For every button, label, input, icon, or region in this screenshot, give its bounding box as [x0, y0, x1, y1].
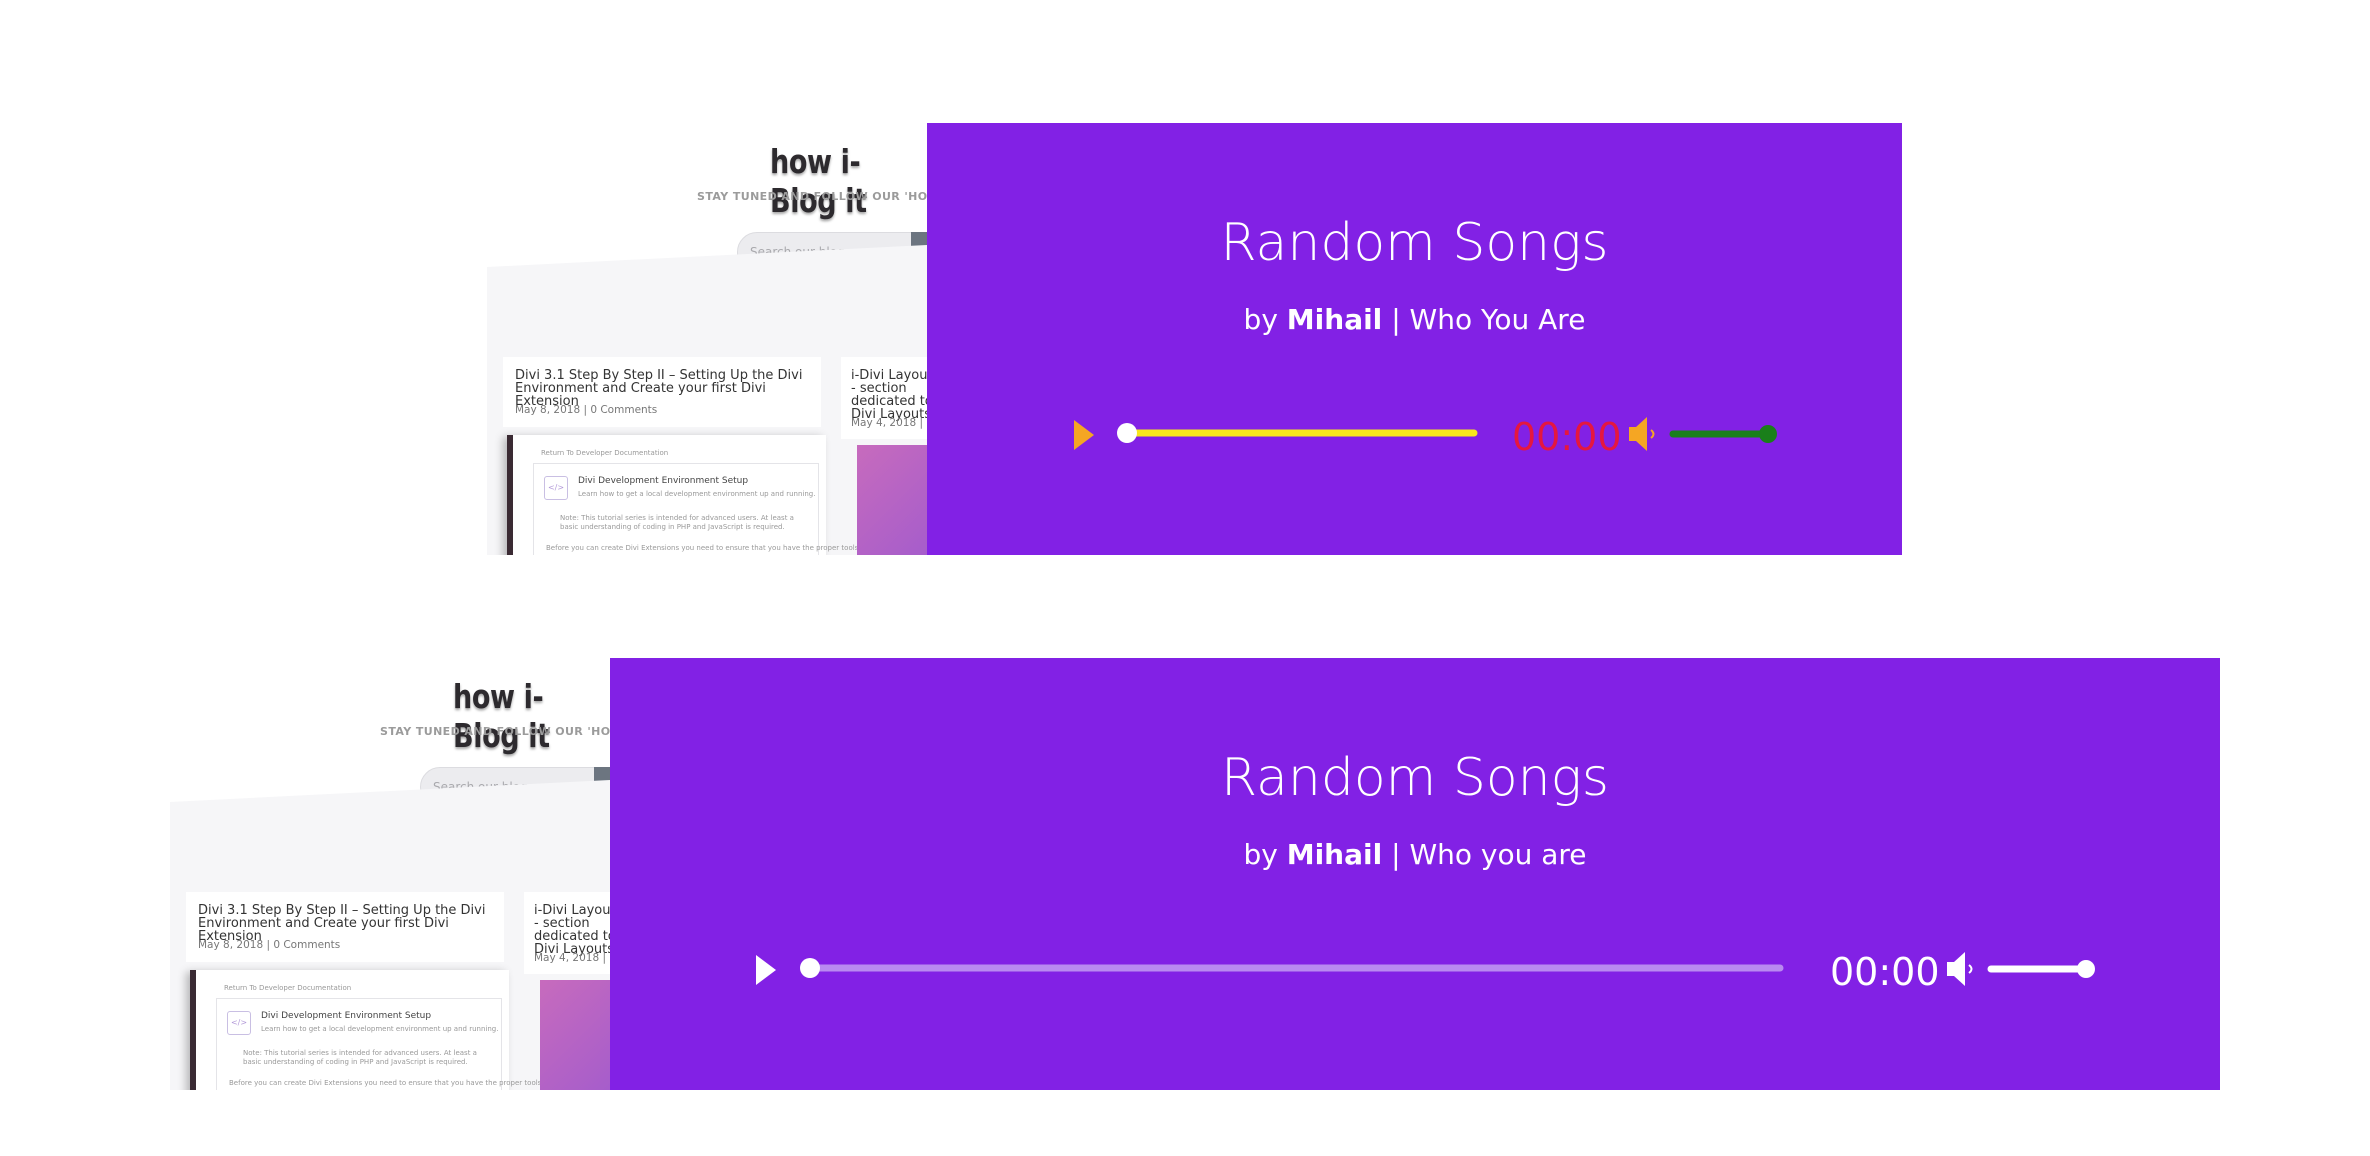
progress-slider[interactable]	[800, 956, 1794, 980]
volume-icon	[1947, 952, 1965, 986]
blog-background-2: how i-Blog it STAY TUNED AND FOLLOW OUR …	[170, 665, 610, 1090]
volume-slider[interactable]	[1987, 958, 2099, 980]
shot-heading: Divi Development Environment Setup	[261, 1011, 432, 1021]
post-card-1[interactable]: Divi 3.1 Step By Step II – Setting Up th…	[186, 892, 504, 962]
player-title: Random Songs	[1221, 748, 1609, 808]
artist-name: Mihail	[1286, 838, 1383, 871]
example-2: how i-Blog it STAY TUNED AND FOLLOW OUR …	[0, 0, 2370, 1156]
shot-card: </> Divi Development Environment Setup L…	[216, 998, 575, 1090]
shot-subheading: Learn how to get a local development env…	[261, 1025, 499, 1033]
separator: |	[1391, 838, 1401, 871]
play-icon	[756, 955, 776, 985]
post-thumbnail-1: Return To Developer Documentation </> Di…	[190, 970, 575, 1090]
post-meta: May 8, 2018 | 0 Comments	[198, 939, 341, 951]
play-button[interactable]	[753, 953, 779, 987]
blog-logo: how i-Blog it	[453, 677, 550, 755]
shot-breadcrumb: Return To Developer Documentation	[224, 984, 352, 992]
post-meta: May 4, 2018 | 0 Comments	[534, 952, 610, 964]
song-name: Who you are	[1409, 838, 1587, 871]
by-label: by	[1243, 838, 1278, 871]
volume-button[interactable]	[1945, 950, 1977, 988]
volume-handle	[2077, 960, 2095, 978]
post-card-2[interactable]: i-Divi Layouts - section dedicated to Di…	[524, 892, 610, 974]
audio-player-panel-2: Random Songs by Mihail | Who you are 00:…	[610, 658, 2220, 1090]
post-thumbnail-2	[540, 980, 610, 1090]
shot-body: Before you can create Divi Extensions yo…	[229, 1079, 576, 1087]
post-title[interactable]: i-Divi Layouts - section dedicated to Di…	[534, 904, 610, 956]
progress-handle	[800, 958, 820, 978]
blog-tagline: STAY TUNED AND FOLLOW OUR 'HOW TO' TUTOR…	[380, 725, 610, 738]
time-display: 00:00	[1830, 950, 1940, 994]
shot-note: Note: This tutorial series is intended f…	[243, 1049, 477, 1066]
post-title[interactable]: Divi 3.1 Step By Step II – Setting Up th…	[198, 904, 498, 943]
player-subtitle: by Mihail | Who you are	[610, 838, 2220, 871]
code-icon: </>	[227, 1011, 251, 1035]
